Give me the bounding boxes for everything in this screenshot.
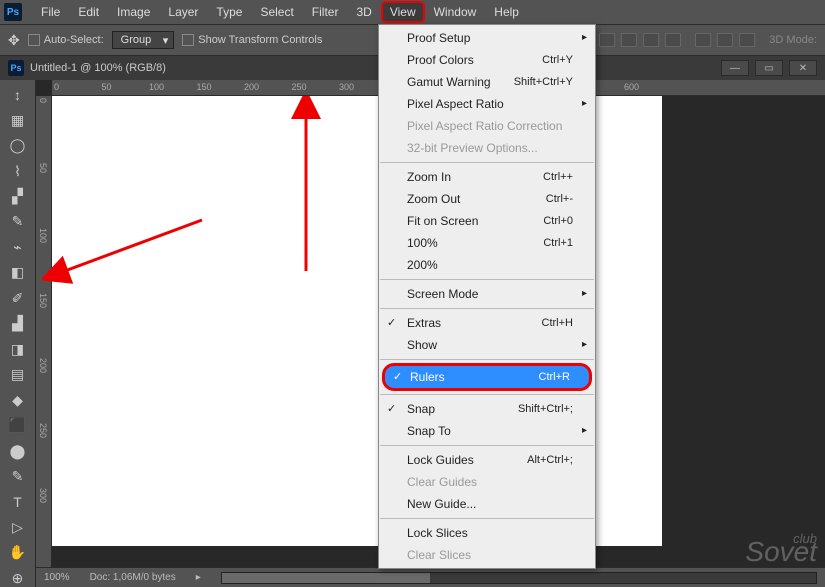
menu-item-lock-guides[interactable]: Lock GuidesAlt+Ctrl+; xyxy=(379,449,595,471)
align-icons[interactable] xyxy=(599,33,681,47)
menu-item-clear-slices: Clear Slices xyxy=(379,544,595,566)
menu-file[interactable]: File xyxy=(32,1,69,23)
show-transform-checkbox[interactable]: Show Transform Controls xyxy=(182,34,322,46)
zoom-level[interactable]: 100% xyxy=(44,572,70,583)
menu-item-200-[interactable]: 200% xyxy=(379,254,595,276)
auto-select-checkbox[interactable]: Auto-Select: xyxy=(28,34,104,46)
tool-12[interactable]: ◆ xyxy=(7,391,29,408)
horizontal-scrollbar[interactable] xyxy=(221,572,817,584)
tool-8[interactable]: ✐ xyxy=(7,290,29,307)
tool-10[interactable]: ◨ xyxy=(7,341,29,358)
tool-4[interactable]: ▞ xyxy=(7,188,29,205)
tool-17[interactable]: ▷ xyxy=(7,519,29,536)
tool-6[interactable]: ⌁ xyxy=(7,239,29,256)
tool-9[interactable]: ▟ xyxy=(7,315,29,332)
doc-size: Doc: 1,06M/0 bytes xyxy=(90,572,176,583)
menu-item-proof-colors[interactable]: Proof ColorsCtrl+Y xyxy=(379,49,595,71)
distribute-icons[interactable] xyxy=(695,33,755,47)
menu-item-screen-mode[interactable]: Screen Mode xyxy=(379,283,595,305)
vertical-ruler[interactable]: 050100150200250300 xyxy=(36,96,52,567)
tool-2[interactable]: ◯ xyxy=(7,137,29,154)
tools-panel: ↕ ▦ ◯ ⌇ ▞ ✎ ⌁ ◧ ✐ ▟ ◨ ▤ ◆ ⬛ ⬤ ✎ T ▷ ✋ ⊕ xyxy=(0,80,36,587)
tool-14[interactable]: ⬤ xyxy=(7,442,29,459)
app-logo: Ps xyxy=(4,3,22,21)
3d-mode-label: 3D Mode: xyxy=(769,34,817,46)
restore-button[interactable]: ▭ xyxy=(755,60,783,76)
menu-item-zoom-in[interactable]: Zoom InCtrl++ xyxy=(379,166,595,188)
tool-1[interactable]: ▦ xyxy=(7,111,29,128)
menu-item-fit-on-screen[interactable]: Fit on ScreenCtrl+0 xyxy=(379,210,595,232)
close-button[interactable]: ✕ xyxy=(789,60,817,76)
menu-item-snap[interactable]: SnapShift+Ctrl+; xyxy=(379,398,595,420)
menu-item-zoom-out[interactable]: Zoom OutCtrl+- xyxy=(379,188,595,210)
menu-item-32-bit-preview-options-: 32-bit Preview Options... xyxy=(379,137,595,159)
menu-item-extras[interactable]: ExtrasCtrl+H xyxy=(379,312,595,334)
menu-filter[interactable]: Filter xyxy=(303,1,348,23)
doc-logo: Ps xyxy=(8,60,24,76)
tool-5[interactable]: ✎ xyxy=(7,213,29,230)
menu-image[interactable]: Image xyxy=(108,1,159,23)
tool-15[interactable]: ✎ xyxy=(7,468,29,485)
menu-window[interactable]: Window xyxy=(425,1,486,23)
document-title: Untitled-1 @ 100% (RGB/8) xyxy=(30,62,166,74)
menu-bar: Ps FileEditImageLayerTypeSelectFilter3DV… xyxy=(0,0,825,24)
menu-item-snap-to[interactable]: Snap To xyxy=(379,420,595,442)
tool-16[interactable]: T xyxy=(7,493,29,510)
menu-item-100-[interactable]: 100%Ctrl+1 xyxy=(379,232,595,254)
status-bar: 100% Doc: 1,06M/0 bytes ▸ xyxy=(36,567,825,587)
tool-18[interactable]: ✋ xyxy=(7,544,29,561)
tool-13[interactable]: ⬛ xyxy=(7,417,29,434)
menu-view[interactable]: View xyxy=(381,1,425,23)
doc-size-arrow-icon[interactable]: ▸ xyxy=(196,572,201,583)
watermark: club Sovet xyxy=(745,531,817,569)
menu-item-pixel-aspect-ratio-correction: Pixel Aspect Ratio Correction xyxy=(379,115,595,137)
tool-7[interactable]: ◧ xyxy=(7,264,29,281)
menu-edit[interactable]: Edit xyxy=(69,1,108,23)
view-menu-dropdown: Proof SetupProof ColorsCtrl+YGamut Warni… xyxy=(378,24,596,569)
menu-item-lock-slices[interactable]: Lock Slices xyxy=(379,522,595,544)
menu-select[interactable]: Select xyxy=(251,1,302,23)
minimize-button[interactable]: — xyxy=(721,60,749,76)
menu-item-new-guide-[interactable]: New Guide... xyxy=(379,493,595,515)
menu-layer[interactable]: Layer xyxy=(159,1,207,23)
menu-item-rulers[interactable]: RulersCtrl+R xyxy=(382,363,592,391)
move-tool-icon: ✥ xyxy=(8,32,20,49)
group-dropdown[interactable]: Group xyxy=(112,31,175,49)
menu-item-gamut-warning[interactable]: Gamut WarningShift+Ctrl+Y xyxy=(379,71,595,93)
menu-type[interactable]: Type xyxy=(207,1,251,23)
menu-item-clear-guides: Clear Guides xyxy=(379,471,595,493)
menu-item-show[interactable]: Show xyxy=(379,334,595,356)
menu-help[interactable]: Help xyxy=(485,1,528,23)
tool-19[interactable]: ⊕ xyxy=(7,570,29,587)
tool-11[interactable]: ▤ xyxy=(7,366,29,383)
menu-item-pixel-aspect-ratio[interactable]: Pixel Aspect Ratio xyxy=(379,93,595,115)
menu-item-proof-setup[interactable]: Proof Setup xyxy=(379,27,595,49)
tool-3[interactable]: ⌇ xyxy=(7,162,29,179)
tool-0[interactable]: ↕ xyxy=(7,86,29,103)
menu-3d[interactable]: 3D xyxy=(347,1,380,23)
